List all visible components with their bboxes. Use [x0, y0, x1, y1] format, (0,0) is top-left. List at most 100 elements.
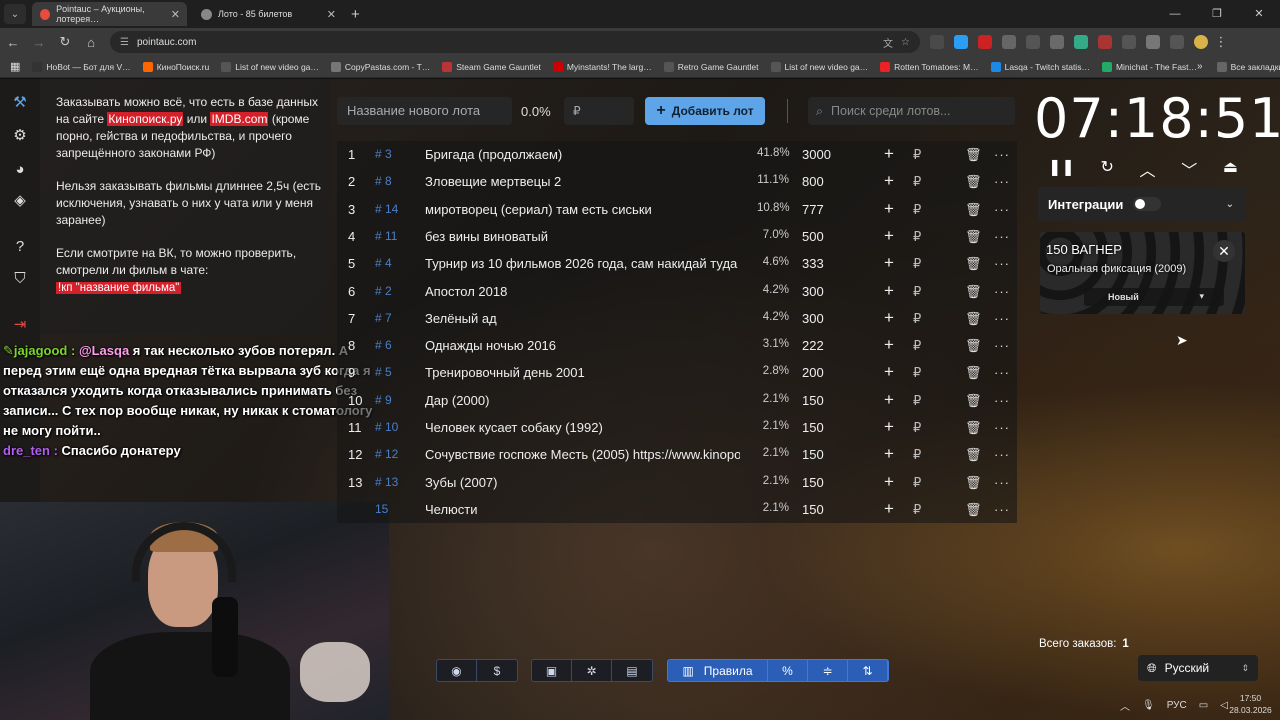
- lot-id[interactable]: # 7: [375, 311, 392, 325]
- imdb-link[interactable]: IMDB.com: [210, 112, 269, 126]
- bookmark-item[interactable]: Minichat - The Fast…: [1101, 61, 1197, 72]
- add-amount-icon[interactable]: +: [884, 444, 894, 464]
- site-info-icon[interactable]: ☰: [120, 37, 129, 48]
- bookmark-item[interactable]: Rotten Tomatoes: M…: [880, 61, 979, 72]
- reset-icon[interactable]: ↻: [1100, 157, 1113, 181]
- ruble-icon[interactable]: ₽: [913, 311, 921, 327]
- chevron-down-icon[interactable]: ⌄: [1226, 199, 1234, 210]
- lot-amount[interactable]: 222: [802, 338, 824, 353]
- new-lot-name-input[interactable]: Название нового лота: [337, 97, 512, 125]
- lot-amount[interactable]: 300: [802, 284, 824, 299]
- add-amount-icon[interactable]: +: [884, 390, 894, 410]
- delete-icon[interactable]: 🗑︎: [965, 475, 982, 491]
- ruble-icon[interactable]: ₽: [913, 447, 921, 463]
- more-options-icon[interactable]: ···: [994, 338, 1010, 353]
- menu-icon[interactable]: ⋮: [1208, 34, 1234, 50]
- back-icon[interactable]: ←: [0, 35, 26, 50]
- more-options-icon[interactable]: ···: [994, 447, 1010, 462]
- more-bookmarks-icon[interactable]: »: [1197, 61, 1203, 72]
- bookmark-item[interactable]: HoBot — Бот для V…: [32, 61, 131, 72]
- more-options-icon[interactable]: ···: [994, 202, 1010, 217]
- add-amount-icon[interactable]: +: [884, 171, 894, 191]
- lot-id[interactable]: # 9: [375, 393, 392, 407]
- wheel-icon[interactable]: ◕: [9, 158, 31, 180]
- ruble-icon[interactable]: ₽: [913, 475, 921, 491]
- lot-id[interactable]: 15: [375, 502, 388, 516]
- delete-icon[interactable]: 🗑︎: [965, 284, 982, 300]
- profile-avatar[interactable]: [1194, 35, 1208, 49]
- sort-icon[interactable]: ⇅: [848, 660, 888, 681]
- bookmark-item[interactable]: CopyPastas.com - T…: [330, 61, 430, 72]
- delete-icon[interactable]: 🗑︎: [965, 338, 982, 354]
- new-tab-icon[interactable]: +: [351, 6, 360, 23]
- more-options-icon[interactable]: ···: [994, 393, 1010, 408]
- add-amount-icon[interactable]: +: [884, 417, 894, 437]
- close-window-icon[interactable]: ✕: [1238, 0, 1280, 28]
- ruble-icon[interactable]: ₽: [913, 338, 921, 354]
- lot-id[interactable]: # 14: [375, 202, 398, 216]
- ruble-icon[interactable]: ₽: [913, 420, 921, 436]
- add-amount-icon[interactable]: +: [884, 308, 894, 328]
- ruble-icon[interactable]: ₽: [913, 365, 921, 381]
- lot-name[interactable]: Турнир из 10 фильмов 2026 года, сам наки…: [425, 256, 740, 271]
- lot-name[interactable]: Челюсти: [425, 502, 740, 517]
- compress-icon[interactable]: ≑: [808, 660, 848, 681]
- add-amount-icon[interactable]: +: [884, 144, 894, 164]
- bug-icon[interactable]: ✲: [572, 660, 612, 681]
- lot-amount[interactable]: 150: [802, 502, 824, 517]
- close-icon[interactable]: ✕: [1213, 240, 1235, 262]
- lot-amount[interactable]: 333: [802, 256, 824, 271]
- delete-icon[interactable]: 🗑︎: [965, 256, 982, 272]
- lot-amount[interactable]: 800: [802, 174, 824, 189]
- lot-name[interactable]: Зелёный ад: [425, 311, 740, 326]
- chevron-up-icon[interactable]: ︿: [1140, 157, 1156, 181]
- help-icon[interactable]: ?: [9, 235, 31, 257]
- tab-pointauc[interactable]: Pointauc – Аукционы, лотерея… ✕: [32, 2, 187, 26]
- bookmark-item[interactable]: Myinstants! The larg…: [552, 61, 652, 72]
- more-options-icon[interactable]: ···: [994, 420, 1010, 435]
- system-clock[interactable]: 17:50 28.03.2026: [1228, 692, 1273, 716]
- lot-id[interactable]: # 11: [375, 229, 397, 243]
- integrations-toggle[interactable]: [1133, 197, 1162, 211]
- extension-icon[interactable]: [978, 35, 992, 49]
- lot-amount[interactable]: 150: [802, 475, 824, 490]
- extension-icon[interactable]: [1122, 35, 1136, 49]
- add-lot-button[interactable]: + Добавить лот: [645, 97, 765, 125]
- donate-dollar-icon[interactable]: $: [477, 660, 517, 681]
- lot-name[interactable]: Человек кусает собаку (1992): [425, 420, 740, 435]
- delete-icon[interactable]: 🗑︎: [965, 174, 982, 190]
- bookmark-item[interactable]: КиноПоиск.ru: [142, 61, 209, 72]
- lot-id[interactable]: # 12: [375, 447, 398, 461]
- tab-loto[interactable]: Лото - 85 билетов ✕: [193, 2, 343, 26]
- lot-name[interactable]: Дар (2000): [425, 393, 740, 408]
- lot-name[interactable]: без вины виноватый: [425, 229, 740, 244]
- lot-amount[interactable]: 200: [802, 365, 824, 380]
- lot-search-input[interactable]: ⌕ Поиск среди лотов...: [808, 97, 1015, 125]
- chevron-down-icon[interactable]: ﹀: [1181, 157, 1197, 181]
- delete-icon[interactable]: 🗑︎: [965, 393, 982, 409]
- lot-name[interactable]: Тренировочный день 2001: [425, 365, 740, 380]
- delete-icon[interactable]: 🗑︎: [965, 447, 982, 463]
- close-tab-icon[interactable]: ✕: [171, 8, 180, 21]
- add-amount-icon[interactable]: +: [884, 472, 894, 492]
- eject-icon[interactable]: ⏏: [1223, 157, 1238, 181]
- auction-hammer-icon[interactable]: ⚒: [9, 91, 31, 113]
- delete-icon[interactable]: 🗑︎: [965, 420, 982, 436]
- lot-amount[interactable]: 300: [802, 311, 824, 326]
- save-icon[interactable]: ▣: [532, 660, 572, 681]
- delete-icon[interactable]: 🗑︎: [965, 202, 982, 218]
- lot-amount[interactable]: 150: [802, 393, 824, 408]
- settings-gear-icon[interactable]: ⚙: [9, 124, 31, 146]
- lot-id[interactable]: # 4: [375, 256, 392, 270]
- add-amount-icon[interactable]: +: [884, 199, 894, 219]
- lot-amount[interactable]: 3000: [802, 147, 831, 162]
- language-select[interactable]: 🌐︎ Русский ⇕: [1138, 655, 1258, 681]
- more-options-icon[interactable]: ···: [994, 284, 1010, 299]
- more-options-icon[interactable]: ···: [994, 502, 1010, 517]
- more-options-icon[interactable]: ···: [994, 147, 1010, 162]
- mic-icon[interactable]: 🎙︎: [1142, 700, 1155, 711]
- lot-id[interactable]: # 2: [375, 284, 392, 298]
- clear-icon[interactable]: ▤: [612, 660, 652, 681]
- add-amount-icon[interactable]: +: [884, 362, 894, 382]
- more-options-icon[interactable]: ···: [994, 475, 1010, 490]
